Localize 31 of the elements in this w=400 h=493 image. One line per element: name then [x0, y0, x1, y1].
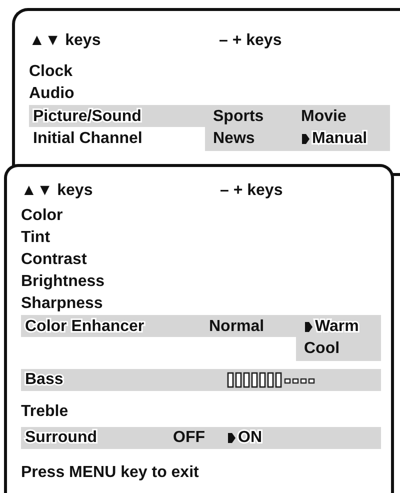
option-label[interactable]: Manual	[301, 127, 368, 151]
option-label[interactable]: Warm	[304, 315, 359, 339]
exit-hint: Press MENU key to exit	[21, 464, 199, 481]
menu-item[interactable]: Sharpness	[21, 292, 103, 316]
menu-item[interactable]: Color	[21, 204, 63, 228]
pointer-icon	[304, 321, 313, 333]
menu-item[interactable]: Treble	[21, 400, 68, 424]
option-label[interactable]: News	[213, 127, 255, 151]
option-label[interactable]: OFF	[173, 426, 205, 450]
keys-hint: – + keys	[219, 31, 282, 51]
pointer-icon	[227, 432, 236, 444]
keys-hint: ▲▼ keys	[21, 181, 94, 201]
keys-hint: ▲▼ keys	[29, 31, 102, 51]
menu-item[interactable]: Surround	[25, 426, 97, 450]
menu-item[interactable]: Tint	[21, 226, 50, 250]
empty-segments	[284, 378, 315, 384]
menu-item[interactable]: Picture/Sound	[33, 105, 142, 129]
option-label[interactable]: Cool	[304, 337, 340, 361]
menu-item[interactable]: Brightness	[21, 270, 105, 294]
keys-hint: – + keys	[220, 181, 283, 201]
menu-item[interactable]: Color Enhancer	[25, 315, 144, 339]
menu-item[interactable]: Contrast	[21, 248, 87, 272]
option-label[interactable]: Sports	[213, 105, 264, 129]
option-label[interactable]: Movie	[301, 105, 346, 129]
menu-item[interactable]: Bass	[25, 368, 64, 392]
option-label[interactable]: ON	[227, 426, 262, 450]
menu-item[interactable]: Clock	[29, 60, 73, 84]
menu-item[interactable]: Initial Channel	[33, 127, 142, 151]
menu-item[interactable]: Audio	[29, 82, 74, 106]
option-label[interactable]: Normal	[209, 315, 264, 339]
pointer-icon	[301, 133, 310, 145]
